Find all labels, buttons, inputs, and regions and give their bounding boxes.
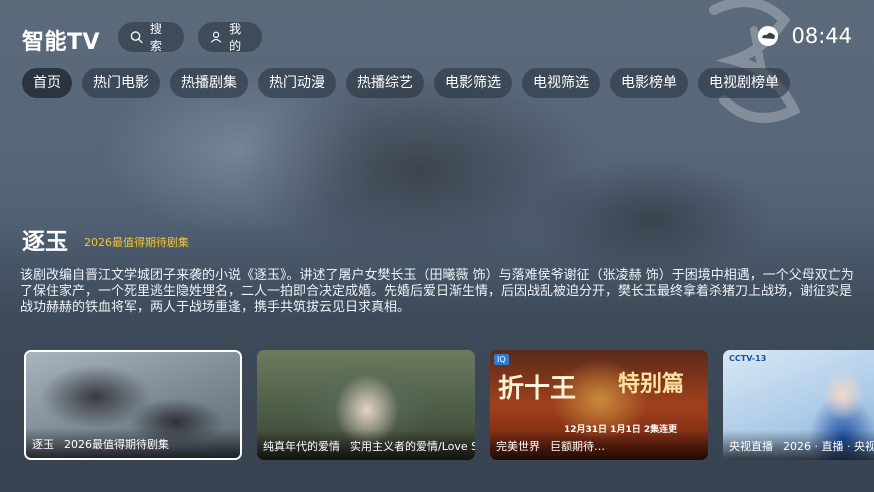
search-button[interactable]: 搜索 [118, 22, 184, 53]
clock: 08:44 [791, 24, 852, 48]
card-subtitle: 实用主义者的爱情/Love St... [350, 440, 475, 453]
tab-hot-movies[interactable]: 热门电影 [82, 68, 160, 98]
hero-description: 该剧改编自晋江文学城团子来袭的小说《逐玉》。讲述了屠户女樊长玉（田曦薇 饰）与落… [20, 268, 854, 315]
card-perfect-world[interactable]: IQ 折十王 特别篇 12月31日 1月1日 2集连更 完美世界 巨额期待… [490, 350, 708, 460]
profile-button[interactable]: 我的 [198, 22, 262, 53]
card-zhuyu[interactable]: 逐玉 2026最值得期待剧集 [24, 350, 242, 460]
hero-tag: 2026最值得期待剧集 [84, 236, 189, 249]
card-subtitle: 巨额期待… [550, 440, 605, 453]
hero-title: 逐玉 [22, 229, 68, 255]
tab-hot-anime[interactable]: 热门动漫 [258, 68, 336, 98]
card-caption: 逐玉 2026最值得期待剧集 [26, 428, 240, 458]
search-icon [130, 31, 143, 44]
card-title: 央视直播 [729, 440, 773, 453]
profile-label: 我的 [229, 22, 242, 53]
tab-hot-series[interactable]: 热播剧集 [170, 68, 248, 98]
tab-hot-variety[interactable]: 热播综艺 [346, 68, 424, 98]
search-label: 搜索 [149, 22, 162, 53]
card-caption: 央视直播 2026 · 直播 · 央视直播 [723, 430, 874, 460]
user-icon [210, 31, 222, 43]
tab-tv-filter[interactable]: 电视筛选 [522, 68, 600, 98]
poster-banner-2: 特别篇 [618, 372, 685, 397]
card-title: 完美世界 [496, 440, 540, 453]
tab-movie-ranking[interactable]: 电影榜单 [610, 68, 688, 98]
tab-home[interactable]: 首页 [22, 68, 72, 98]
channel-logo: CCTV-13 [729, 354, 767, 363]
card-cctv-live[interactable]: CCTV-13 央视直播 2026 · 直播 · 央视直播 [723, 350, 874, 460]
platform-badge: IQ [494, 354, 509, 365]
card-caption: 纯真年代的爱情 实用主义者的爱情/Love St... [257, 430, 475, 460]
recommend-row: 逐玉 2026最值得期待剧集 纯真年代的爱情 实用主义者的爱情/Love St.… [24, 350, 874, 460]
tab-tv-ranking[interactable]: 电视剧榜单 [698, 68, 790, 98]
poster-banner: 折十王 [498, 374, 577, 404]
card-title: 纯真年代的爱情 [263, 440, 340, 453]
weather-icon [758, 26, 779, 46]
card-subtitle: 2026最值得期待剧集 [64, 438, 169, 451]
card-pure-love[interactable]: 纯真年代的爱情 实用主义者的爱情/Love St... [257, 350, 475, 460]
status-area: 08:44 [757, 24, 852, 48]
card-caption: 完美世界 巨额期待… [490, 430, 708, 460]
card-title: 逐玉 [32, 438, 54, 451]
category-nav: 首页 热门电影 热播剧集 热门动漫 热播综艺 电影筛选 电视筛选 电影榜单 电视… [22, 68, 790, 98]
card-subtitle: 2026 · 直播 · 央视直播 [783, 440, 874, 453]
tab-movie-filter[interactable]: 电影筛选 [434, 68, 512, 98]
app-brand: 智能TV [22, 30, 101, 55]
